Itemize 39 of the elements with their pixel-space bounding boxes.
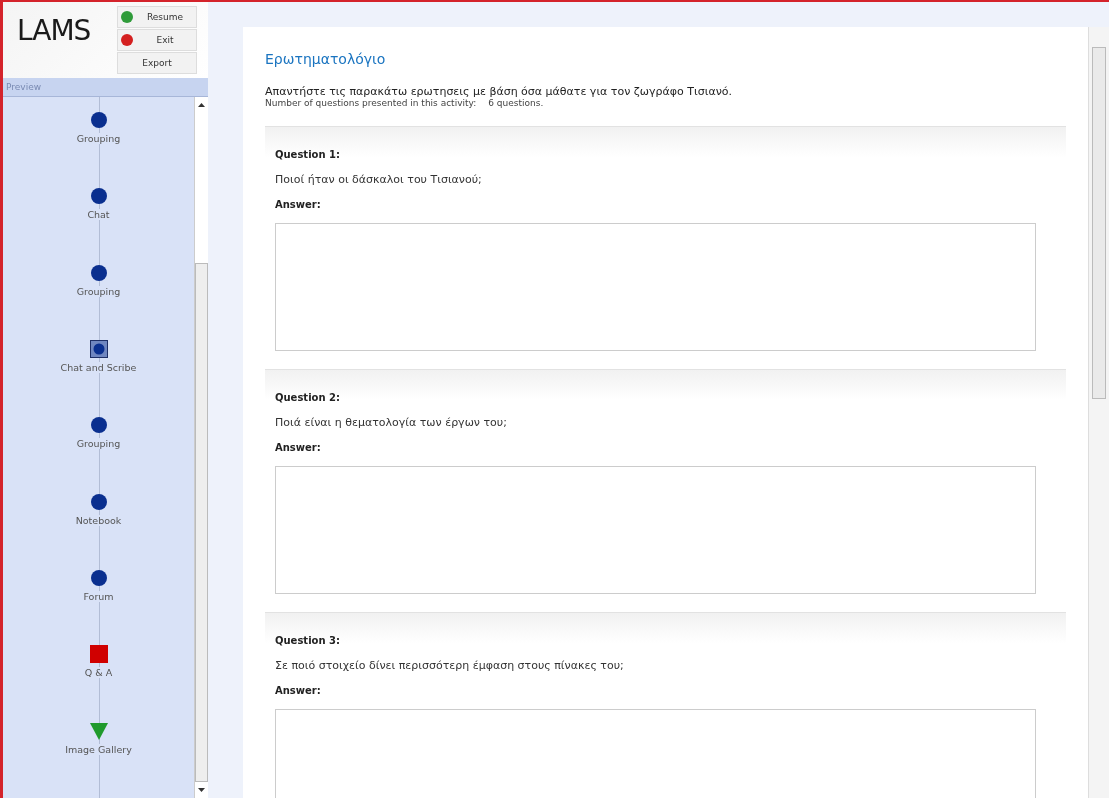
question-text: Ποιοί ήταν οι δάσκαλοι του Τισιανού; <box>275 173 483 186</box>
question-text: Ποιά είναι η θεματολογία των έργων του; <box>275 416 508 429</box>
scrollbar-thumb[interactable] <box>195 263 208 782</box>
circle-icon[interactable] <box>89 492 108 511</box>
activity-label[interactable]: Q & A <box>84 667 113 679</box>
triangle-icon[interactable] <box>89 721 108 740</box>
question-count: 6 questions. <box>488 98 544 108</box>
scrollbar[interactable] <box>1088 27 1109 798</box>
scrollbar-thumb[interactable] <box>1092 47 1106 399</box>
circle-icon[interactable] <box>89 263 108 282</box>
circle-icon[interactable] <box>89 187 108 206</box>
activity-label[interactable]: Forum <box>83 590 114 602</box>
export-button[interactable]: Export <box>117 52 197 74</box>
answer-label: Answer: <box>275 442 322 453</box>
activity-label[interactable]: Chat and Scribe <box>60 362 137 373</box>
circle-icon[interactable] <box>89 111 108 129</box>
question-label: Question 1: <box>275 149 341 160</box>
question-count-label: Number of questions presented in this activity: <box>265 98 477 108</box>
square-icon[interactable] <box>89 645 108 664</box>
activity-label[interactable]: Grouping <box>76 438 121 450</box>
answer-label: Answer: <box>275 199 322 210</box>
page-title: Ερωτηματολόγιο <box>265 51 387 67</box>
question-label: Question 2: <box>275 392 341 403</box>
activity-label[interactable]: Chat <box>87 209 110 221</box>
exit-button[interactable]: Exit <box>117 29 197 51</box>
activity-label[interactable]: Grouping <box>76 133 121 144</box>
answer-label: Answer: <box>275 685 322 696</box>
logo: LAMS <box>16 13 92 47</box>
question-label: Question 3: <box>275 635 341 646</box>
circle-icon[interactable] <box>89 416 108 435</box>
circle-icon[interactable] <box>89 568 108 587</box>
activity-label[interactable]: Grouping <box>76 285 121 297</box>
resume-button[interactable]: Resume <box>117 6 197 28</box>
activity-label[interactable]: Notebook <box>75 514 122 526</box>
activity-label[interactable]: Image Gallery <box>65 743 132 755</box>
question-text: Σε ποιό στοιχείο δίνει περισσότερη έμφαση στους πίνακες του; <box>275 659 625 672</box>
preview-header: Preview <box>3 78 208 97</box>
instructions: Απαντήστε τις παρακάτω ερωτησεις με βάση όσα μάθατε για τον ζωγράφο Τισιανό. <box>265 85 734 98</box>
scrollbar[interactable] <box>194 97 208 798</box>
